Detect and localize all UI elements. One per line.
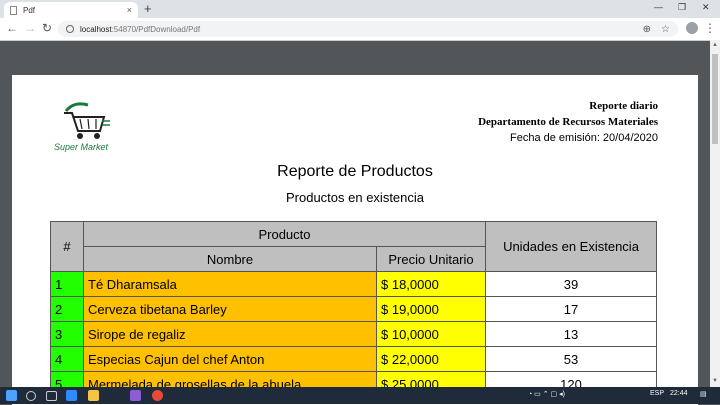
url-path: :54870/PdfDownload/Pdf <box>111 24 201 34</box>
file-explorer-icon[interactable] <box>88 390 99 401</box>
stock-units: 17 <box>485 296 657 322</box>
department-label: Departamento de Recursos Materiales <box>478 116 658 128</box>
stock-units: 13 <box>485 321 657 347</box>
taskbar: ◔ ▭ ⌃ ▢ ◂) ESP 22:44 ▤ <box>0 387 720 404</box>
address-bar[interactable]: localhost:54870/PdfDownload/Pdf ⊕ ☆ <box>58 21 678 37</box>
col-stock-header: Unidades en Existencia <box>485 221 657 272</box>
unit-price: $ 19,0000 <box>376 296 486 322</box>
col-product-header: Producto <box>83 221 486 247</box>
browser-toolbar: ← → ↻ localhost:54870/PdfDownload/Pdf ⊕ … <box>0 18 720 41</box>
product-name: Cerveza tibetana Barley <box>83 296 377 322</box>
issue-date: Fecha de emisión: 20/04/2020 <box>510 132 658 144</box>
edge-browser-icon[interactable] <box>66 390 77 401</box>
menu-icon[interactable]: ⋮ <box>704 21 716 35</box>
close-window-button[interactable]: ✕ <box>702 2 710 13</box>
zoom-icon[interactable]: ⊕ <box>643 24 651 35</box>
url-host: localhost <box>80 24 112 34</box>
windows-start-icon[interactable] <box>6 390 17 401</box>
minimize-button[interactable]: — <box>654 2 663 12</box>
stock-units: 39 <box>485 271 657 297</box>
clock[interactable]: 22:44 <box>670 390 688 397</box>
document-icon <box>10 5 17 15</box>
row-number: 2 <box>50 296 84 322</box>
info-icon[interactable] <box>66 25 74 33</box>
profile-avatar[interactable] <box>686 22 698 34</box>
report-subtitle: Productos en existencia <box>285 190 425 205</box>
row-number: 3 <box>50 321 84 347</box>
row-number: 1 <box>50 271 84 297</box>
table-row: 1 Té Dharamsala $ 18,0000 39 <box>50 271 657 297</box>
col-name-header: Nombre <box>83 246 377 272</box>
table-row: 2 Cerveza tibetana Barley $ 19,0000 17 <box>50 296 657 322</box>
forward-icon[interactable]: → <box>24 21 36 35</box>
col-price-header: Precio Unitario <box>376 246 486 272</box>
pdf-page: Super Market Reporte diario Departamento… <box>12 75 698 405</box>
close-tab-icon[interactable]: × <box>127 5 132 15</box>
reload-icon[interactable]: ↻ <box>42 21 52 35</box>
col-number-header: # <box>50 221 84 272</box>
scroll-down-icon[interactable]: ▼ <box>712 378 718 384</box>
report-header: Reporte diario Departamento de Recursos … <box>478 98 658 146</box>
visual-studio-icon[interactable] <box>130 390 141 401</box>
tab-title: Pdf <box>23 5 36 15</box>
products-table: # Producto Unidades en Existencia Nombre… <box>50 221 657 397</box>
task-view-icon[interactable] <box>46 391 57 401</box>
notifications-icon[interactable]: ▤ <box>700 390 707 398</box>
tab-bar: Pdf × + — ❐ ✕ <box>0 0 720 18</box>
bookmark-star-icon[interactable]: ☆ <box>661 24 670 35</box>
shopping-cart-icon: Super Market <box>54 102 110 152</box>
unit-price: $ 18,0000 <box>376 271 486 297</box>
table-row: 4 Especias Cajun del chef Anton $ 22,000… <box>50 346 657 372</box>
supermarket-logo: Super Market <box>52 93 112 153</box>
product-name: Sirope de regaliz <box>83 321 377 347</box>
maximize-button[interactable]: ❐ <box>678 2 686 13</box>
new-tab-button[interactable]: + <box>144 1 152 16</box>
search-icon[interactable] <box>26 391 36 401</box>
tray-icons[interactable]: ◔ ▭ ⌃ ▢ ◂) <box>528 390 565 398</box>
table-row: 3 Sirope de regaliz $ 10,0000 13 <box>50 321 657 347</box>
product-name: Especias Cajun del chef Anton <box>83 346 377 372</box>
back-icon[interactable]: ← <box>6 21 18 35</box>
unit-price: $ 10,0000 <box>376 321 486 347</box>
chrome-icon[interactable] <box>152 390 163 401</box>
scrollbar[interactable]: ▲ ▼ <box>710 40 720 387</box>
report-daily-label: Reporte diario <box>589 100 658 112</box>
row-number: 4 <box>50 346 84 372</box>
scroll-up-icon[interactable]: ▲ <box>712 42 718 48</box>
browser-tab[interactable]: Pdf × <box>4 2 138 18</box>
unit-price: $ 22,0000 <box>376 346 486 372</box>
scrollbar-thumb[interactable] <box>712 54 718 144</box>
product-name: Té Dharamsala <box>83 271 377 297</box>
report-title: Reporte de Productos <box>277 163 433 180</box>
logo-text: Super Market <box>54 142 109 152</box>
stock-units: 53 <box>485 346 657 372</box>
language-indicator[interactable]: ESP <box>650 390 664 397</box>
